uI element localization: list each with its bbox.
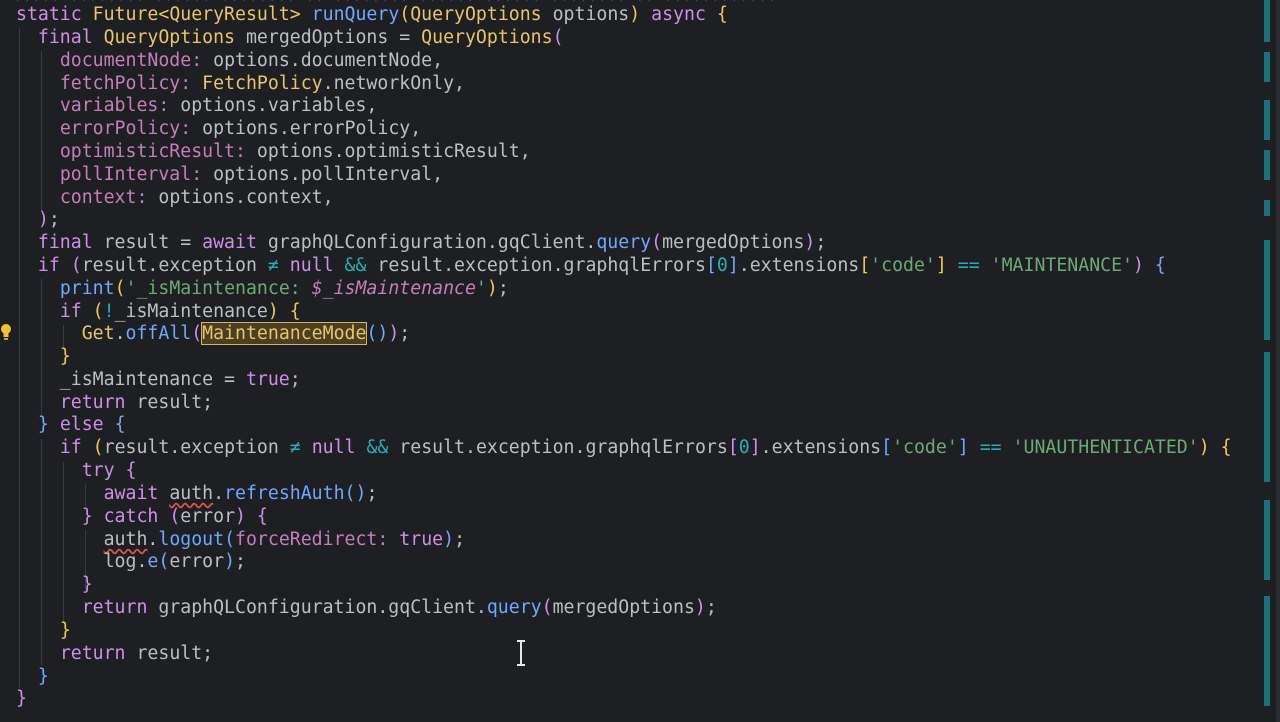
code-line-17[interactable]: _isMaintenance = true; [16,369,301,391]
code-line-24[interactable]: auth.logout(forceRedirect: true); [16,529,465,551]
scroll-marker [1264,0,1270,42]
code-line-5[interactable]: variables: options.variables, [16,95,378,117]
code-line-23[interactable]: } catch (error) { [16,506,268,528]
scroll-marker [1264,240,1270,340]
code-line-1[interactable]: static Future<QueryResult> runQuery(Quer… [16,4,728,26]
scroll-marker [1264,100,1270,140]
code-line-26[interactable]: } [16,574,93,596]
scroll-marker [1264,352,1270,482]
code-line-6[interactable]: errorPolicy: options.errorPolicy, [16,118,421,140]
lightbulb-icon[interactable] [0,323,12,341]
code-line-27[interactable]: return graphQLConfiguration.gqClient.que… [16,597,717,619]
code-line-30[interactable]: } [16,666,49,688]
code-line-7[interactable]: optimisticResult: options.optimisticResu… [16,141,531,163]
scroll-marker [1264,500,1270,580]
scrollbar-thumb[interactable] [1276,0,1280,722]
code-line-13[interactable]: print('_isMaintenance: $_isMaintenance')… [16,278,509,300]
code-editor[interactable]: ///// //////// ////// //////// // //////… [0,0,1258,722]
code-line-11[interactable]: final result = await graphQLConfiguratio… [16,232,826,254]
code-line-8[interactable]: pollInterval: options.pollInterval, [16,164,443,186]
code-line-20[interactable]: if (result.exception ≠ null && result.ex… [16,437,1232,459]
code-line-22[interactable]: await auth.refreshAuth(); [16,483,378,505]
code-line-19[interactable]: } else { [16,414,126,436]
code-line-10[interactable]: ); [16,209,60,231]
editor-scrollbar[interactable] [1258,0,1280,722]
code-line-16[interactable]: } [16,346,71,368]
code-line-29[interactable]: return result; [16,643,213,665]
code-line-18[interactable]: return result; [16,392,213,414]
code-line-21[interactable]: try { [16,460,137,482]
scroll-marker [1264,596,1270,706]
code-line-4[interactable]: fetchPolicy: FetchPolicy.networkOnly, [16,73,465,95]
code-line-9[interactable]: context: options.context, [16,187,334,209]
scroll-marker [1264,200,1270,216]
code-line-28[interactable]: } [16,620,71,642]
code-line-12[interactable]: if (result.exception ≠ null && result.ex… [16,255,1166,277]
code-line-2[interactable]: final QueryOptions mergedOptions = Query… [16,27,564,49]
scroll-marker [1264,52,1270,82]
scroll-marker [1264,150,1270,180]
code-line-31[interactable]: } [16,688,27,710]
text-cursor-icon [517,640,525,666]
previous-line-fragment: ///// //////// ////// //////// // //////… [16,0,976,2]
code-line-14[interactable]: if (!_isMaintenance) { [16,301,301,323]
code-line-3[interactable]: documentNode: options.documentNode, [16,50,443,72]
code-line-25[interactable]: log.e(error); [16,551,246,573]
code-line-15[interactable]: Get.offAll(MaintenanceMode()); [16,322,410,345]
